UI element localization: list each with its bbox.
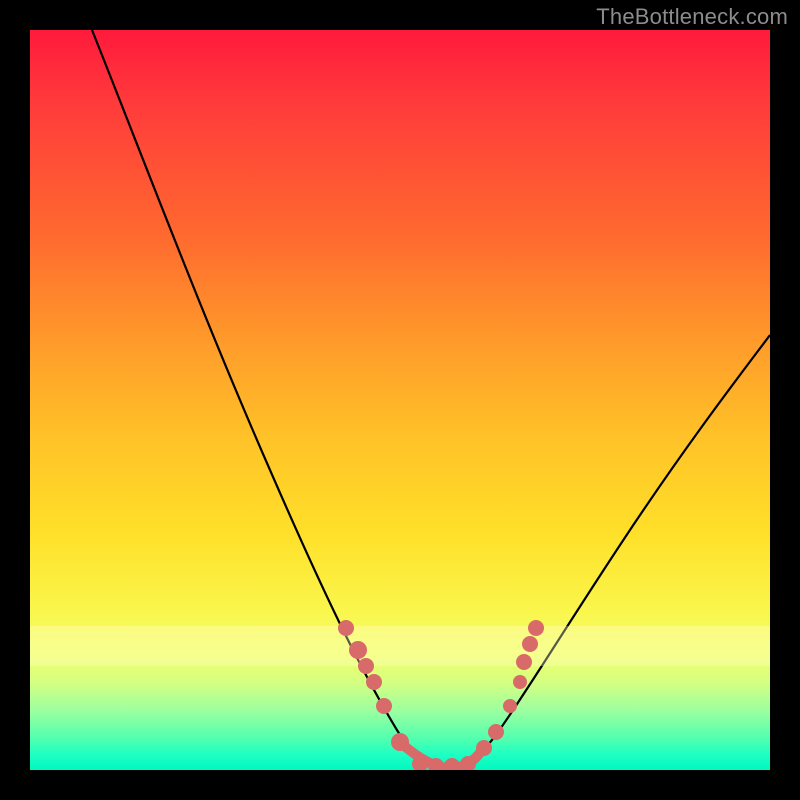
chart-svg (30, 30, 770, 770)
sweet-spot-band (30, 626, 770, 666)
chart-frame: TheBottleneck.com (0, 0, 800, 800)
plot-area (30, 30, 770, 770)
watermark-text: TheBottleneck.com (596, 4, 788, 30)
